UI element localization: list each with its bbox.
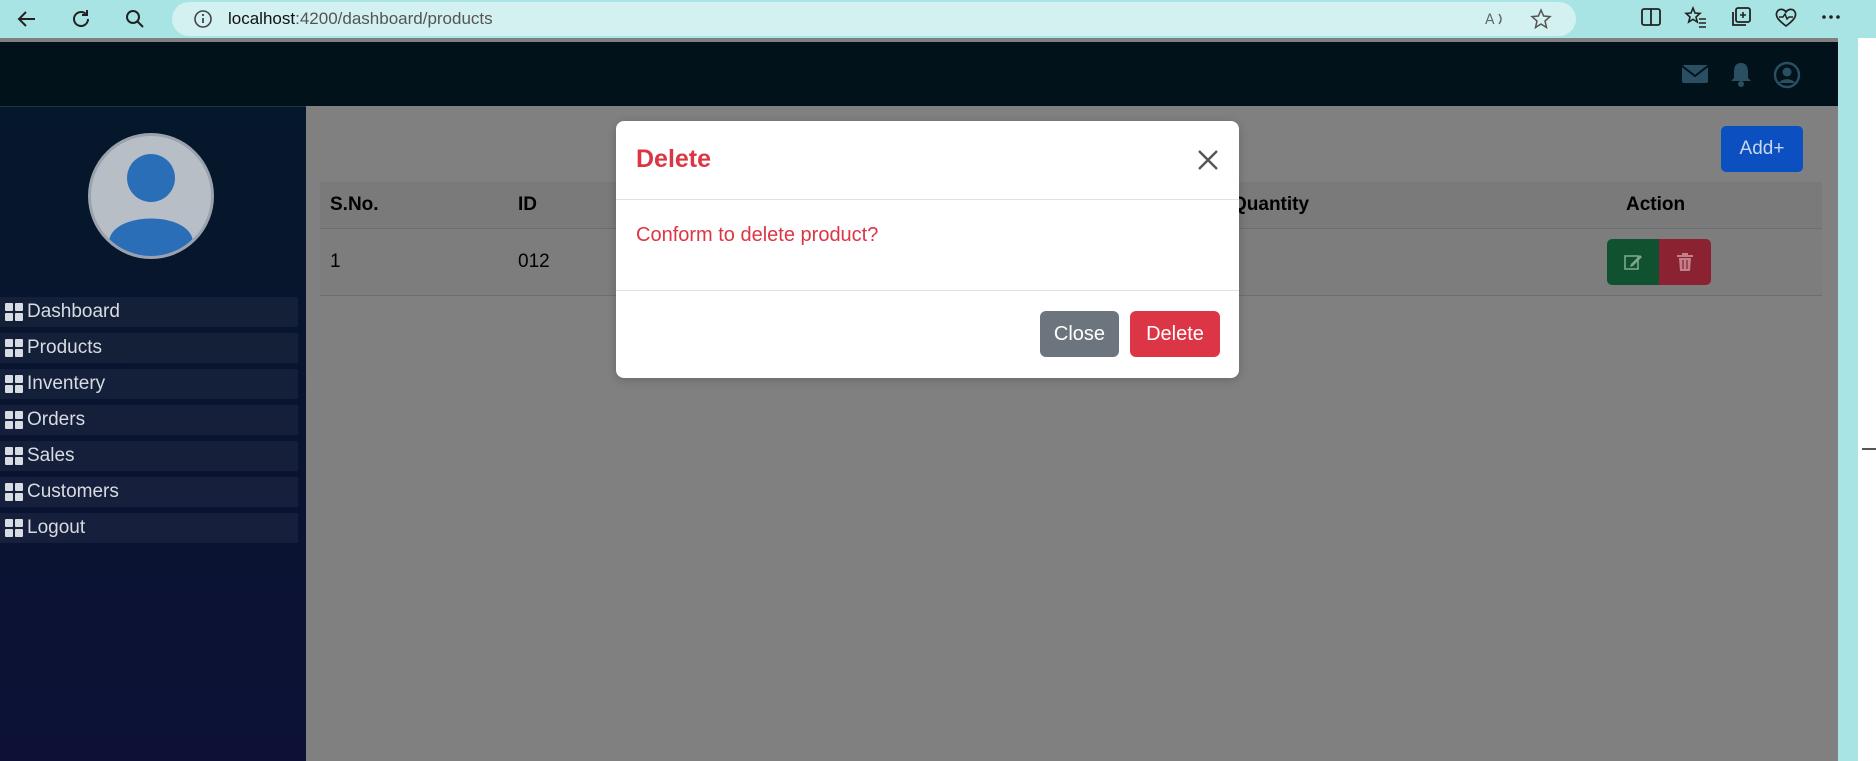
edit-icon [1624, 255, 1642, 270]
user-profile-icon[interactable] [1772, 60, 1802, 94]
info-icon[interactable] [192, 8, 214, 30]
sidebar-item-dashboard[interactable]: Dashboard [0, 297, 298, 327]
app-topbar [0, 42, 1838, 106]
sidebar-item-label: Orders [27, 409, 86, 430]
modal-header: Delete [616, 121, 1239, 200]
header-sno: S.No. [330, 194, 379, 215]
split-screen-icon[interactable] [1640, 6, 1662, 32]
modal-message: Conform to delete product? [636, 224, 879, 246]
grid-icon [5, 411, 23, 429]
header-action: Action [1626, 194, 1686, 215]
header-quantity: Quantity [1232, 194, 1310, 215]
sidebar-item-label: Dashboard [27, 301, 120, 322]
url-path: :4200/dashboard/products [295, 9, 493, 28]
grid-icon [5, 375, 23, 393]
favorites-icon[interactable] [1684, 5, 1708, 32]
sidebar-menu: Dashboard Products Inventery Orders Sale… [0, 297, 298, 549]
url-host: localhost [228, 9, 296, 28]
modal-title: Delete [636, 145, 712, 173]
browser-side-panel [1838, 38, 1876, 761]
header-id: ID [518, 194, 537, 215]
close-button[interactable]: Close [1040, 311, 1119, 357]
back-icon[interactable] [9, 1, 45, 37]
sidebar-item-products[interactable]: Products [0, 333, 298, 363]
modal-body: Conform to delete product? [616, 200, 1239, 291]
sidebar-item-label: Logout [27, 517, 86, 538]
refresh-icon[interactable] [63, 1, 99, 37]
cell-id: 012 [518, 251, 550, 272]
grid-icon [5, 339, 23, 357]
mail-icon[interactable] [1680, 60, 1710, 94]
sidebar-item-customers[interactable]: Customers [0, 477, 298, 507]
more-options-icon[interactable] [1820, 6, 1842, 32]
sidebar-item-label: Inventery [27, 373, 106, 394]
grid-icon [5, 303, 23, 321]
url-text: localhost:4200/dashboard/products [228, 9, 493, 29]
svg-text:A: A [1485, 12, 1495, 28]
trash-icon [1677, 253, 1693, 271]
address-bar[interactable]: localhost:4200/dashboard/products A [172, 2, 1576, 36]
delete-modal: Delete Conform to delete product? Close … [616, 121, 1239, 378]
browser-toolbar: localhost:4200/dashboard/products A [0, 0, 1876, 38]
sidebar-item-sales[interactable]: Sales [0, 441, 298, 471]
grid-icon [5, 447, 23, 465]
search-icon[interactable] [117, 1, 153, 37]
sidebar-item-label: Products [27, 337, 102, 358]
sidebar-item-label: Customers [27, 481, 119, 502]
notification-bell-icon[interactable] [1728, 60, 1754, 94]
collections-icon[interactable] [1730, 6, 1752, 32]
browser-essentials-icon[interactable] [1774, 6, 1798, 32]
favorite-star-icon[interactable] [1530, 8, 1552, 34]
read-aloud-icon[interactable]: A [1484, 8, 1506, 34]
delete-row-button[interactable] [1659, 239, 1711, 285]
sidebar-item-inventery[interactable]: Inventery [0, 369, 298, 399]
cell-sno: 1 [330, 251, 341, 272]
grid-icon [5, 519, 23, 537]
modal-footer: Close Delete [616, 291, 1239, 377]
confirm-delete-button[interactable]: Delete [1130, 311, 1220, 357]
add-product-button[interactable]: Add+ [1721, 126, 1803, 172]
sidebar-item-orders[interactable]: Orders [0, 405, 298, 435]
row-actions [1607, 239, 1711, 285]
avatar [88, 133, 214, 259]
sidebar-item-logout[interactable]: Logout [0, 513, 298, 543]
modal-close-icon[interactable] [1193, 145, 1223, 175]
app-page: Dashboard Products Inventery Orders Sale… [0, 42, 1838, 761]
edit-button[interactable] [1607, 239, 1659, 285]
side-panel-body [1858, 38, 1876, 761]
sidebar: Dashboard Products Inventery Orders Sale… [0, 106, 306, 761]
sidebar-item-label: Sales [27, 445, 75, 466]
side-panel-divider [1862, 448, 1876, 450]
grid-icon [5, 483, 23, 501]
